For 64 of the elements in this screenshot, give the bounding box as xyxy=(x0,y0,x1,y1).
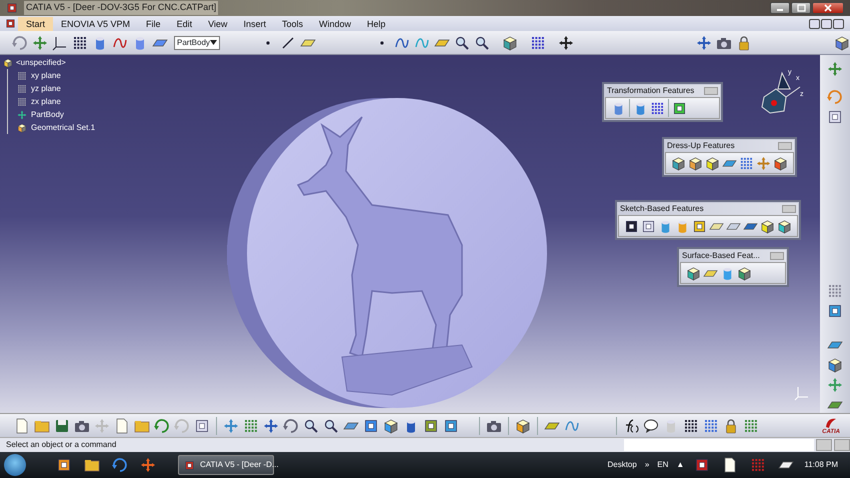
menu-item[interactable]: Start xyxy=(18,16,54,30)
undo-icon[interactable] xyxy=(154,418,170,434)
pan-icon[interactable] xyxy=(263,418,279,434)
toolbar-title: Transformation Features xyxy=(607,85,694,97)
restore-button[interactable] xyxy=(821,18,832,28)
tree-item[interactable]: xy plane xyxy=(31,70,61,82)
minimize-button[interactable] xyxy=(809,18,820,28)
tree-item[interactable]: zx plane xyxy=(31,96,61,108)
lens-icon[interactable] xyxy=(454,34,470,50)
app-logo-icon xyxy=(184,460,195,470)
window-title: CATIA V5 - [Deer -DOV-3G5 For CNC.CATPart] xyxy=(24,1,218,15)
part-icon[interactable] xyxy=(3,58,13,68)
menu-item[interactable]: ENOVIA V5 VPM xyxy=(53,16,138,30)
formula-icon[interactable] xyxy=(623,418,639,434)
folder-icon[interactable] xyxy=(84,457,100,473)
tree-item[interactable]: yz plane xyxy=(31,82,61,94)
logo-icon xyxy=(824,416,838,428)
bubble-icon[interactable] xyxy=(643,418,659,434)
toolbar-title: Surface-Based Feat... xyxy=(682,250,760,262)
start-button[interactable] xyxy=(4,454,26,476)
status-message: Select an object or a command xyxy=(6,439,116,451)
menu-item[interactable]: Window xyxy=(310,16,359,30)
app-logo-icon[interactable] xyxy=(5,18,16,29)
maximize-button[interactable] xyxy=(791,2,811,14)
axes-icon[interactable] xyxy=(52,34,68,50)
tree-item[interactable]: <unspecified> xyxy=(16,56,66,68)
tray-item[interactable]: Desktop xyxy=(607,459,637,471)
copy-icon[interactable] xyxy=(114,418,130,434)
zoom-out-icon[interactable] xyxy=(323,418,339,434)
body-dropdown[interactable]: PartBody xyxy=(174,36,220,50)
close-button[interactable] xyxy=(812,2,844,14)
command-field[interactable] xyxy=(624,439,814,451)
clock: 11:08 PM xyxy=(804,459,838,471)
menu-item[interactable]: File xyxy=(138,16,169,30)
tree-item[interactable]: PartBody xyxy=(31,108,64,120)
tray-item[interactable]: » xyxy=(644,459,650,471)
menu-item[interactable]: Tools xyxy=(274,16,311,30)
menu-item[interactable]: Help xyxy=(358,16,394,30)
menu-item[interactable]: Insert xyxy=(235,16,274,30)
compass-drawing[interactable] xyxy=(761,72,800,114)
tray-item[interactable]: EN xyxy=(657,459,668,471)
menu-item[interactable]: Edit xyxy=(168,16,200,30)
app-logo-icon xyxy=(6,2,18,14)
caret-icon xyxy=(210,40,217,45)
rotate-icon[interactable] xyxy=(283,418,299,434)
close-icon xyxy=(822,3,834,13)
minimize-button[interactable] xyxy=(770,2,790,14)
coin-model-drawing[interactable] xyxy=(227,98,547,408)
grid-icon[interactable] xyxy=(530,34,546,50)
zoom-in-icon[interactable] xyxy=(303,418,319,434)
axis-icon xyxy=(794,385,810,401)
pattern-icon[interactable] xyxy=(650,100,665,116)
toolbar-title: Dress-Up Features xyxy=(667,140,735,152)
page-icon[interactable] xyxy=(14,418,30,434)
menu-item[interactable]: View xyxy=(200,16,236,30)
tray-item[interactable]: ▲ xyxy=(676,459,684,471)
lens-icon[interactable] xyxy=(474,34,490,50)
lock-icon[interactable] xyxy=(723,418,739,434)
toolbar-title: Sketch-Based Features xyxy=(620,203,704,215)
cube-icon[interactable] xyxy=(502,34,518,50)
dropdown-value: PartBody xyxy=(177,36,210,48)
tree-item[interactable]: Geometrical Set.1 xyxy=(31,122,96,134)
maximize-icon xyxy=(795,3,807,13)
close-button[interactable] xyxy=(833,18,844,28)
